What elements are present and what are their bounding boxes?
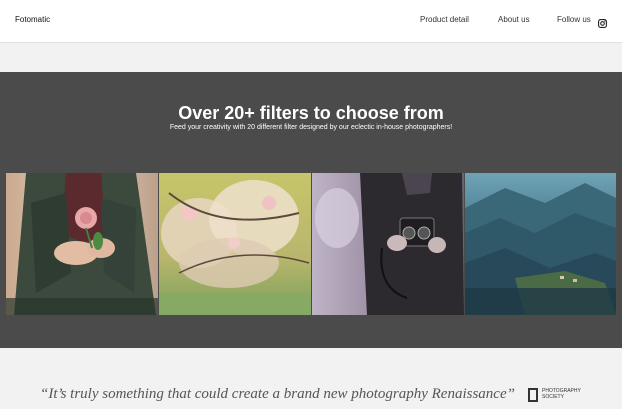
section-title: Over 20+ filters to choose from xyxy=(178,103,444,123)
logo-frame-icon xyxy=(528,388,538,402)
photo-hands-flower[interactable] xyxy=(6,173,158,315)
top-navigation-bar: Fotomatic Product detail About us Follow… xyxy=(0,0,622,43)
logo-text: PHOTOGRAPHY SOCIETY xyxy=(542,388,581,400)
section-subtitle: Feed your creativity with 20 different f… xyxy=(169,124,453,131)
nav-about-us[interactable]: About us xyxy=(498,15,530,24)
testimonial-quote: “It’s truly something that could create … xyxy=(40,386,515,402)
instagram-icon[interactable] xyxy=(598,15,607,28)
photo-blossom-tree[interactable] xyxy=(159,173,311,315)
photo-mountain-valley[interactable] xyxy=(465,173,616,315)
photo-vintage-camera[interactable] xyxy=(312,173,464,315)
nav-follow-us[interactable]: Follow us xyxy=(557,15,591,24)
photography-society-logo: PHOTOGRAPHY SOCIETY xyxy=(528,387,588,407)
spacer-band xyxy=(0,43,622,72)
nav-product-detail[interactable]: Product detail xyxy=(420,15,469,24)
brand-logo[interactable]: Fotomatic xyxy=(15,15,50,24)
filters-section: Over 20+ filters to choose from Feed you… xyxy=(0,72,622,348)
